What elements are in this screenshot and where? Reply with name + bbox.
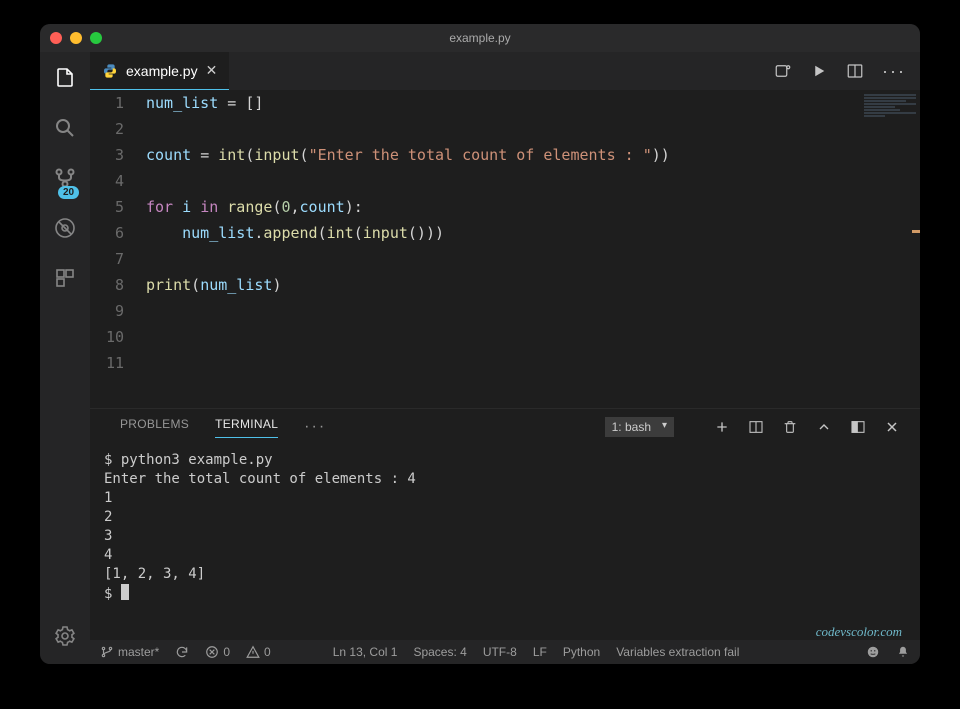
kill-terminal-icon[interactable]: [782, 419, 798, 435]
toggle-panel-icon[interactable]: [850, 419, 866, 435]
source-control-badge: 20: [58, 186, 79, 199]
terminal-line: $: [104, 586, 121, 602]
more-actions-icon[interactable]: ···: [882, 61, 906, 82]
minimize-window-button[interactable]: [70, 32, 82, 44]
editor-tab-bar: example.py ✕ ···: [90, 52, 920, 90]
status-bell-icon[interactable]: [896, 645, 910, 659]
editor-area: 1num_list = [] 2 3count = int(input("Ent…: [90, 90, 920, 408]
panel-tab-terminal[interactable]: TERMINAL: [215, 417, 278, 438]
panel-tab-bar: PROBLEMS TERMINAL ··· 1: bash: [90, 409, 920, 445]
tab-example-py[interactable]: example.py ✕: [90, 52, 229, 90]
status-warnings[interactable]: 0: [246, 645, 271, 659]
status-feedback-icon[interactable]: [866, 645, 880, 659]
search-icon[interactable]: [51, 114, 79, 142]
terminal-selector[interactable]: 1: bash: [605, 417, 674, 437]
watermark-text: codevscolor.com: [816, 624, 902, 640]
run-icon[interactable]: [810, 62, 828, 80]
activity-bar: 20: [40, 52, 90, 664]
terminal-line: $ python3 example.py: [104, 452, 273, 468]
new-terminal-icon[interactable]: [714, 419, 730, 435]
main-area: example.py ✕ ···: [90, 52, 920, 664]
window-title: example.py: [449, 31, 510, 45]
terminal-line: 2: [104, 509, 112, 525]
editor-actions: ···: [760, 52, 920, 90]
status-eol[interactable]: LF: [533, 645, 547, 659]
close-window-button[interactable]: [50, 32, 62, 44]
debug-icon[interactable]: [51, 214, 79, 242]
terminal-output[interactable]: $ python3 example.py Enter the total cou…: [90, 445, 920, 640]
tab-filename: example.py: [126, 63, 198, 79]
close-panel-icon[interactable]: [884, 419, 900, 435]
status-language[interactable]: Python: [563, 645, 600, 659]
status-indent[interactable]: Spaces: 4: [413, 645, 466, 659]
terminal-line: 1: [104, 490, 112, 506]
explorer-icon[interactable]: [51, 64, 79, 92]
terminal-cursor: [121, 584, 129, 600]
status-sync-icon[interactable]: [175, 645, 189, 659]
python-file-icon: [102, 63, 118, 79]
close-tab-icon[interactable]: ✕: [206, 62, 218, 79]
overview-marker: [912, 230, 920, 233]
minimap[interactable]: [860, 90, 920, 408]
status-encoding[interactable]: UTF-8: [483, 645, 517, 659]
status-branch[interactable]: master*: [100, 645, 159, 659]
run-cell-icon[interactable]: [774, 62, 792, 80]
status-extra[interactable]: Variables extraction fail: [616, 645, 739, 659]
extensions-icon[interactable]: [51, 264, 79, 292]
editor-window: example.py 20: [40, 24, 920, 664]
panel-more-icon[interactable]: ···: [304, 418, 326, 436]
split-editor-icon[interactable]: [846, 62, 864, 80]
settings-gear-icon[interactable]: [51, 622, 79, 650]
maximize-panel-icon[interactable]: [816, 419, 832, 435]
terminal-line: 4: [104, 547, 112, 563]
code-editor[interactable]: 1num_list = [] 2 3count = int(input("Ent…: [90, 90, 860, 408]
terminal-line: [1, 2, 3, 4]: [104, 566, 205, 582]
maximize-window-button[interactable]: [90, 32, 102, 44]
panel-tab-problems[interactable]: PROBLEMS: [120, 417, 189, 438]
bottom-panel: PROBLEMS TERMINAL ··· 1: bash $ python3 …: [90, 408, 920, 640]
status-errors[interactable]: 0: [205, 645, 230, 659]
split-terminal-icon[interactable]: [748, 419, 764, 435]
terminal-line: 3: [104, 528, 112, 544]
status-cursor-pos[interactable]: Ln 13, Col 1: [333, 645, 398, 659]
status-bar: master* 0 0 Ln 13, Col 1 Spaces: 4 UTF-8…: [90, 640, 920, 664]
titlebar: example.py: [40, 24, 920, 52]
terminal-line: Enter the total count of elements : 4: [104, 471, 416, 487]
